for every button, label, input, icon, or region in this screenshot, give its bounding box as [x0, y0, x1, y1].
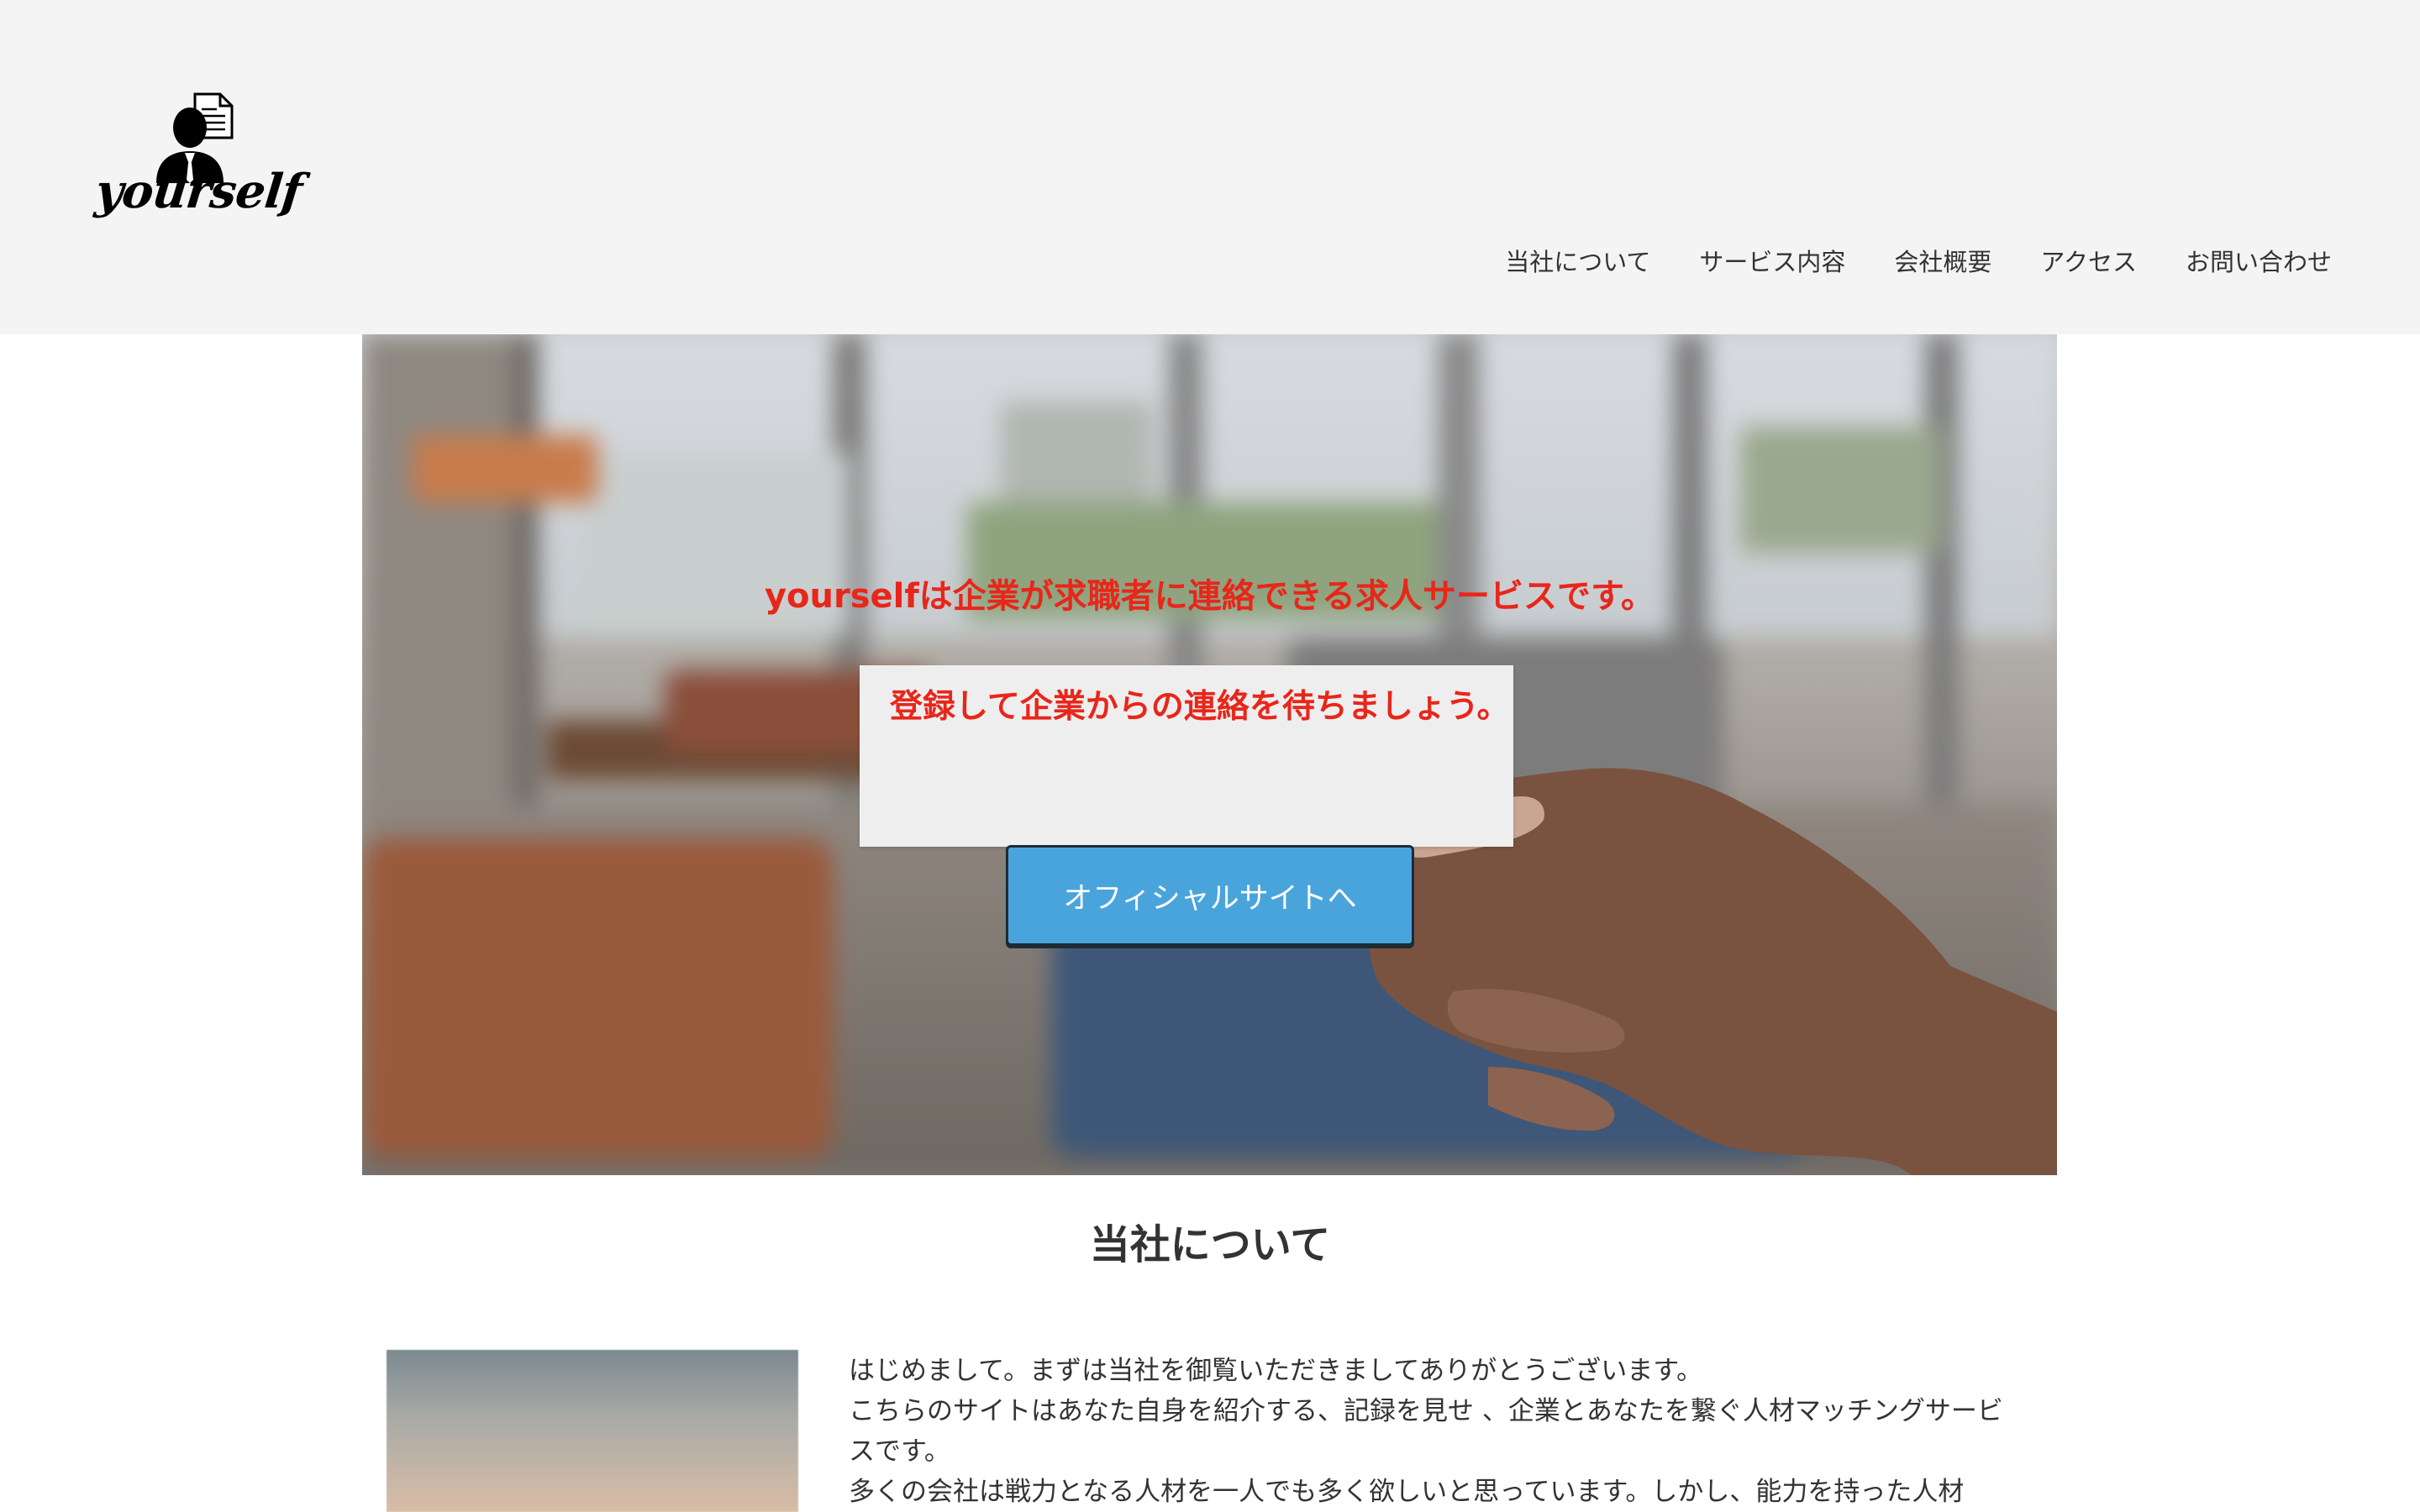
- logo-wordmark: yourself: [92, 164, 305, 219]
- hero-headline: yourselfは企業が求職者に連絡できる求人サービスです。: [764, 577, 1655, 616]
- about-image: [387, 1350, 798, 1512]
- nav-item-about[interactable]: 当社について: [1505, 245, 1650, 279]
- about-section-title: 当社について: [1089, 1221, 1331, 1268]
- nav-item-company[interactable]: 会社概要: [1894, 245, 1991, 279]
- hero-banner: yourselfは企業が求職者に連絡できる求人サービスです。 登録して企業からの…: [362, 334, 2057, 1175]
- about-text: はじめまして。まずは当社を御覧いただきましてありがとうございます。 こちらのサイ…: [849, 1351, 2008, 1512]
- nav-item-services[interactable]: サービス内容: [1699, 245, 1845, 279]
- message-card: 登録して企業からの連絡を待ちましょう。: [860, 665, 1513, 847]
- about-paragraph: 多くの会社は戦力となる人材を一人でも多く欲しいと思っています。しかし、能力を持っ…: [849, 1477, 1965, 1507]
- card-message: 登録して企業からの連絡を待ちましょう。: [890, 688, 1510, 726]
- nav-item-access[interactable]: アクセス: [2040, 245, 2137, 279]
- global-nav: 当社について サービス内容 会社概要 アクセス お問い合わせ: [1505, 245, 2332, 279]
- site-logo[interactable]: yourself: [93, 91, 304, 234]
- site-header: yourself 当社について サービス内容 会社概要 アクセス お問い合わせ: [0, 0, 2420, 334]
- nav-item-contact[interactable]: お問い合わせ: [2186, 245, 2332, 279]
- about-paragraph: はじめまして。まずは当社を御覧いただきましてありがとうございます。: [849, 1356, 1703, 1386]
- about-paragraph: こちらのサイトはあなた自身を紹介する、記録を見せ 、企業とあなたを繋ぐ人材マッチ…: [849, 1396, 2003, 1467]
- official-site-button[interactable]: オフィシャルサイトへ: [1006, 845, 1414, 946]
